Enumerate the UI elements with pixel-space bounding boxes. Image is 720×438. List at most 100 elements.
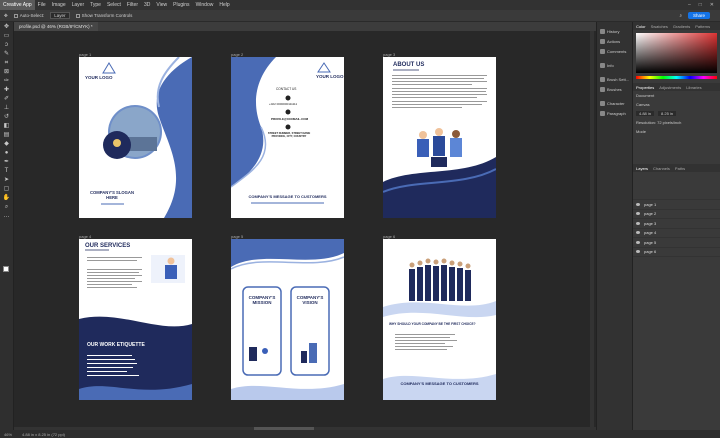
layer-name: page 4 [644, 230, 657, 236]
frame-tool-icon[interactable]: ⊠ [3, 69, 11, 76]
lasso-tool-icon[interactable]: ↄ [3, 42, 11, 49]
eraser-tool-icon[interactable]: ◧ [3, 123, 11, 130]
menu-image[interactable]: Image [49, 2, 69, 8]
visibility-eye-icon[interactable] [636, 212, 640, 216]
brush-settings-icon [600, 76, 605, 82]
path-select-tool-icon[interactable]: ➤ [3, 177, 11, 184]
type-tool-icon[interactable]: T [3, 168, 11, 175]
zoom-tool-icon[interactable]: ⌕ [3, 204, 11, 211]
healing-tool-icon[interactable]: ✚ [3, 87, 11, 94]
zoom-level[interactable]: 46% [4, 432, 12, 437]
maximize-icon[interactable]: □ [699, 2, 702, 8]
page-3-artboard[interactable]: ABOUT US [383, 57, 496, 218]
visibility-eye-icon[interactable] [636, 221, 640, 225]
brushes-panel-button[interactable]: Brushes [597, 84, 632, 94]
tab-color[interactable]: Color [636, 24, 646, 29]
move-tool-icon[interactable]: ✥ [4, 13, 8, 19]
page-5-artboard[interactable]: COMPANY'S MISSION COMPANY'S VISION [231, 239, 344, 400]
visibility-eye-icon[interactable] [636, 250, 640, 254]
layer-row[interactable]: page 6 [633, 248, 720, 257]
minimize-icon[interactable]: – [688, 2, 691, 8]
document-tab[interactable]: profile.psd @ 46% (RGB/8*/CMYK) * [14, 22, 98, 31]
character-panel-button[interactable]: Character [597, 98, 632, 108]
page-2-artboard[interactable]: YOUR LOGO CONTACT US +022 0000000111111 … [231, 57, 344, 218]
brush-tool-icon[interactable]: ✐ [3, 96, 11, 103]
layer-name: page 3 [644, 220, 657, 226]
auto-select-label: Auto-Select: [19, 13, 45, 18]
brush-settings-label: Brush Sett... [607, 76, 630, 82]
transform-controls-checkbox[interactable]: Show Transform Controls [75, 13, 132, 18]
canvas-area[interactable]: page 1 YOUR LOGO COMPANY'S SLOGAN HERE p… [14, 31, 596, 427]
brushes-label: Brushes [607, 86, 622, 92]
visibility-eye-icon[interactable] [636, 202, 640, 206]
mode-label: Mode [636, 129, 647, 134]
menu-window[interactable]: Window [193, 2, 217, 8]
menu-help[interactable]: Help [216, 2, 232, 8]
tab-properties[interactable]: Properties [636, 85, 654, 90]
crop-tool-icon[interactable]: ⌗ [3, 60, 11, 67]
search-icon[interactable]: ⌕ [679, 13, 682, 18]
history-brush-icon[interactable]: ↺ [3, 114, 11, 121]
width-field[interactable]: 4.88 in [636, 111, 655, 116]
vertical-scrollbar[interactable] [590, 31, 594, 427]
brush-settings-panel-button[interactable]: Brush Sett... [597, 74, 632, 84]
menu-filter[interactable]: Filter [124, 2, 141, 8]
actions-panel-button[interactable]: Actions [597, 36, 632, 46]
quick-select-tool-icon[interactable]: ✎ [3, 51, 11, 58]
status-bar: 46% 4.88 in x 8.25 in (72 ppi) [0, 430, 720, 438]
tab-adjustments[interactable]: Adjustments [659, 85, 681, 90]
menu-3d[interactable]: 3D [141, 2, 153, 8]
history-panel-button[interactable]: History [597, 26, 632, 36]
gradient-tool-icon[interactable]: ▤ [3, 132, 11, 139]
shape-tool-icon[interactable]: ▢ [3, 186, 11, 193]
height-field[interactable]: 8.25 in [658, 111, 677, 116]
menu-file[interactable]: File [35, 2, 49, 8]
tab-swatches[interactable]: Swatches [651, 24, 668, 29]
visibility-eye-icon[interactable] [636, 240, 640, 244]
color-picker-field[interactable] [636, 33, 717, 73]
tab-channels[interactable]: Channels [653, 166, 670, 171]
hand-tool-icon[interactable]: ✋ [3, 195, 11, 202]
close-icon[interactable]: ✕ [710, 2, 714, 8]
tab-libraries[interactable]: Libraries [686, 85, 701, 90]
foreground-color-swatch[interactable] [3, 266, 9, 272]
layer-row[interactable]: page 4 [633, 229, 720, 238]
tab-paths[interactable]: Paths [675, 166, 685, 171]
collapsed-panels: History Actions Comments Info Brush Sett… [596, 22, 632, 430]
stamp-tool-icon[interactable]: ⊥ [3, 105, 11, 112]
layer-row[interactable]: page 2 [633, 210, 720, 219]
page-6-artboard[interactable]: WHY SHOULD YOUR COMPANY BE THE FIRST CHO… [383, 239, 496, 400]
menu-type[interactable]: Type [87, 2, 104, 8]
page-4-design [79, 249, 192, 400]
tab-patterns[interactable]: Patterns [695, 24, 710, 29]
share-button[interactable]: Share [687, 12, 710, 19]
layer-row[interactable]: page 1 [633, 200, 720, 210]
document-info[interactable]: 4.88 in x 8.25 in (72 ppi) [22, 432, 65, 437]
blur-tool-icon[interactable]: ◆ [3, 141, 11, 148]
menu-view[interactable]: View [153, 2, 170, 8]
page-5-design [231, 239, 344, 400]
move-tool-icon[interactable]: ✥ [3, 24, 11, 31]
visibility-eye-icon[interactable] [636, 231, 640, 235]
tab-gradients[interactable]: Gradients [673, 24, 690, 29]
pen-tool-icon[interactable]: ✒ [3, 159, 11, 166]
auto-select-dropdown[interactable]: Layer [50, 12, 70, 19]
eyedropper-tool-icon[interactable]: ✑ [3, 78, 11, 85]
layer-row[interactable]: page 5 [633, 238, 720, 248]
menu-select[interactable]: Select [104, 2, 124, 8]
layer-name: page 6 [644, 249, 657, 255]
page-1-artboard[interactable]: YOUR LOGO COMPANY'S SLOGAN HERE [79, 57, 192, 218]
layer-row[interactable]: page 3 [633, 219, 720, 229]
info-panel-button[interactable]: Info [597, 60, 632, 70]
comments-panel-button[interactable]: Comments [597, 46, 632, 56]
menu-plugins[interactable]: Plugins [170, 2, 192, 8]
menu-layer[interactable]: Layer [69, 2, 88, 8]
dodge-tool-icon[interactable]: ● [3, 150, 11, 157]
page-4-artboard[interactable]: OUR SERVICES OUR WORK ETIQUETTE [79, 239, 192, 400]
more-tools-icon[interactable]: … [3, 213, 11, 220]
paragraph-panel-button[interactable]: Paragraph [597, 108, 632, 118]
marquee-tool-icon[interactable]: ▭ [3, 33, 11, 40]
tab-layers[interactable]: Layers [636, 166, 648, 171]
creative-app-button[interactable]: Creative App [0, 0, 35, 10]
auto-select-checkbox[interactable]: Auto-Select: [13, 13, 45, 18]
